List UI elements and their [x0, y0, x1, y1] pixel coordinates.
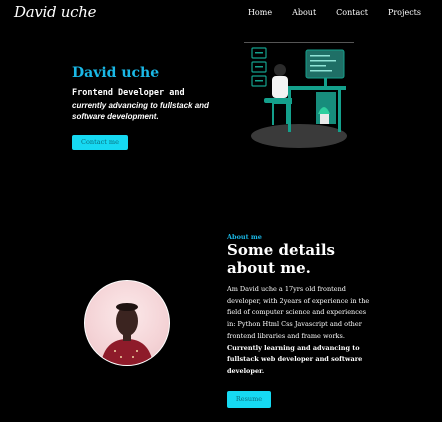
about-kicker: About me	[227, 233, 262, 241]
nav-link-about[interactable]: About	[292, 8, 316, 17]
profile-avatar	[84, 280, 170, 366]
person-photo-icon	[101, 303, 153, 365]
developer-illustration	[251, 47, 347, 148]
nav-link-projects[interactable]: Projects	[388, 8, 421, 17]
nav-link-home[interactable]: Home	[248, 8, 272, 17]
hero-role: Frontend Developer and	[72, 88, 185, 98]
about-body-highlight: Currently learning and advancing to full…	[227, 343, 363, 375]
resume-button[interactable]: Resume	[227, 391, 271, 408]
about-description: Am David uche a 17yrs old frontend devel…	[227, 284, 375, 378]
about-body-text: Am David uche a 17yrs old frontend devel…	[227, 285, 370, 340]
hero-tagline: currently advancing to fullstack and sof…	[72, 101, 209, 121]
nav-links: Home About Contact Projects	[228, 8, 421, 17]
contact-me-button[interactable]: Contact me	[72, 135, 128, 150]
hero-name: David uche	[72, 65, 160, 81]
about-title: Some details about me.	[227, 241, 335, 277]
nav-link-contact[interactable]: Contact	[336, 8, 368, 17]
top-nav: David uche Home About Contact Projects	[0, 0, 442, 26]
hero-divider	[244, 42, 354, 43]
site-logo[interactable]: David uche	[14, 3, 97, 21]
